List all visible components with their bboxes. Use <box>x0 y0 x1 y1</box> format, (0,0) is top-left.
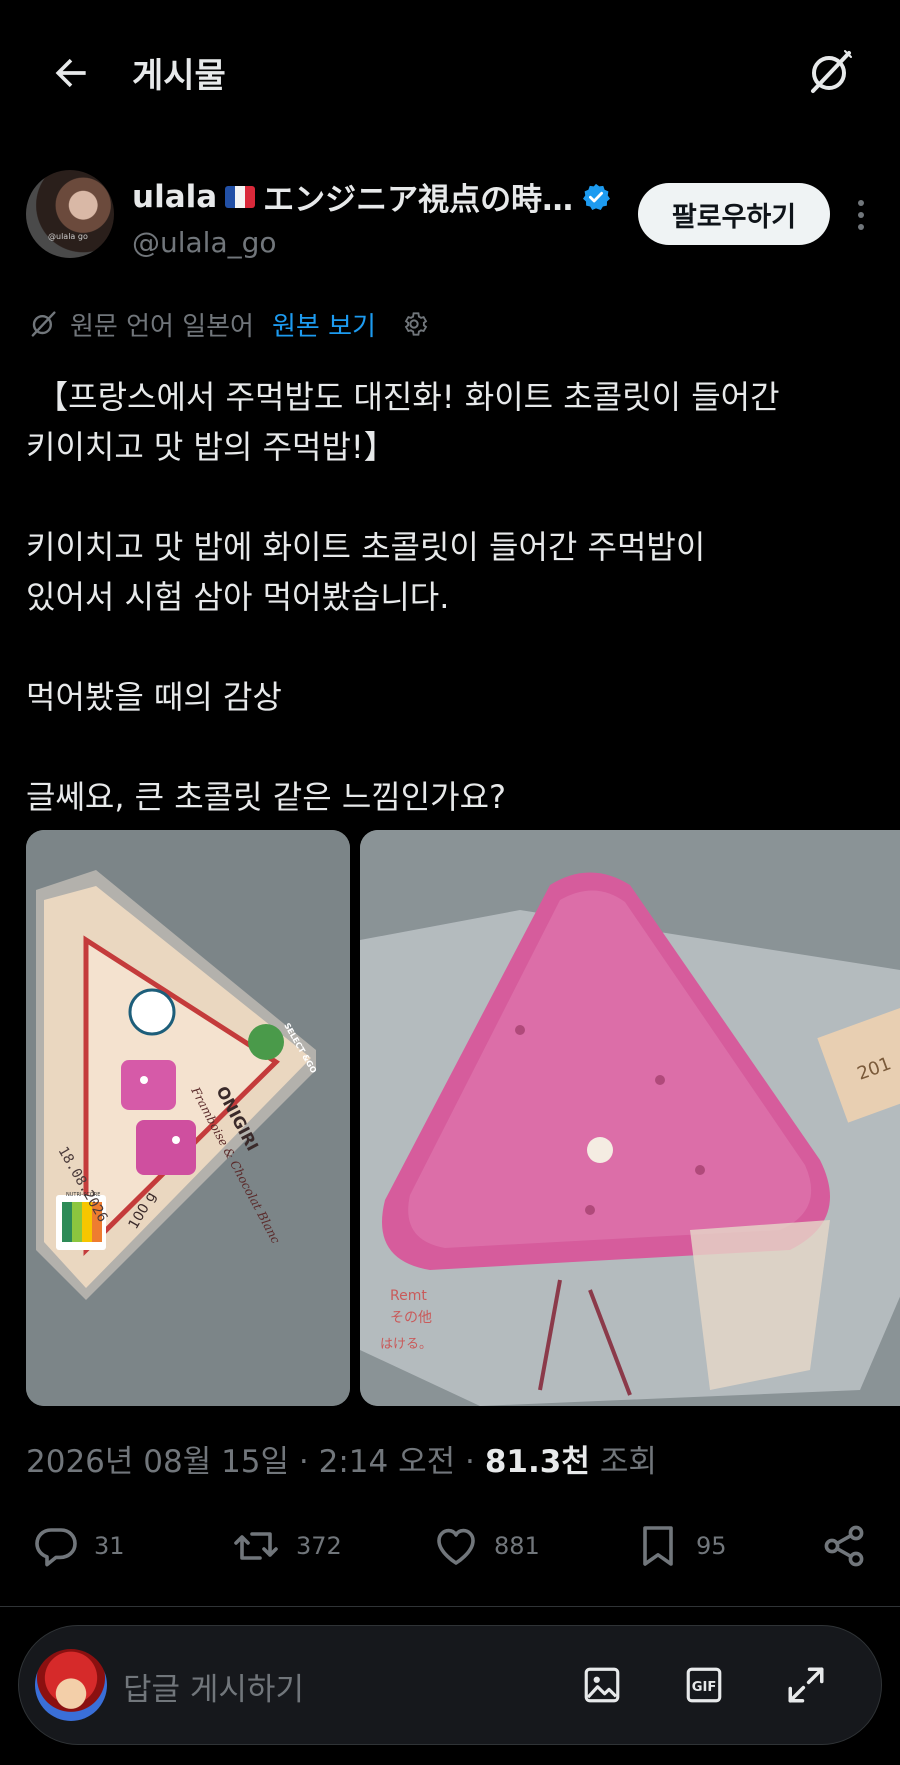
repost-button[interactable]: 372 <box>230 1516 342 1576</box>
back-button[interactable] <box>46 48 96 98</box>
avatar-watermark: @ulala go <box>48 232 88 241</box>
onigiri-closeup-illustration: Remt その他 はける。 201 <box>360 830 900 1406</box>
bookmark-icon <box>643 1526 673 1566</box>
image-button[interactable] <box>577 1660 627 1710</box>
post-text: 【프랑스에서 주먹밥도 대진화! 화이트 초콜릿이 들어간 키이치고 맛 밥의 … <box>26 378 780 816</box>
more-dot-icon <box>858 200 864 206</box>
arrow-left-icon <box>55 58 86 88</box>
gif-icon: GIF <box>686 1667 722 1703</box>
bookmark-count: 95 <box>696 1532 727 1560</box>
author-name-suffix: エンジニア視点の時… <box>263 182 574 218</box>
translation-label: 원문 언어 일본어 <box>70 311 254 342</box>
follow-button[interactable]: 팔로우하기 <box>638 183 830 245</box>
expand-icon <box>788 1667 824 1703</box>
svg-text:GIF: GIF <box>692 1680 717 1695</box>
repost-icon <box>234 1532 278 1560</box>
post-author: @ulala go ulala エンジニア視点の時… @ulala_go 팔로우하… <box>26 170 876 260</box>
repost-count: 372 <box>296 1532 342 1560</box>
wrapper-text-jp: その他 <box>390 1310 432 1326</box>
page-title: 게시물 <box>132 56 226 96</box>
author-name[interactable]: ulala エンジニア視点の時… <box>132 174 611 219</box>
expand-button[interactable] <box>781 1660 831 1710</box>
reply-count: 31 <box>94 1532 125 1560</box>
wrapper-text-jp2: はける。 <box>380 1337 432 1352</box>
grok-translate-icon <box>31 311 56 337</box>
gif-button[interactable]: GIF <box>679 1660 729 1710</box>
show-original-link[interactable]: 원본 보기 <box>272 306 376 343</box>
france-flag-icon <box>225 185 256 208</box>
grok-icon <box>811 50 852 93</box>
more-dot-icon <box>858 212 864 218</box>
post-meta: 2026년 08월 15일 · 2:14 오전 · 81.3천 조회 <box>26 1436 657 1481</box>
post-datetime[interactable]: 2026년 08월 15일 · 2:14 오전 · <box>26 1436 475 1481</box>
divider <box>0 1606 900 1607</box>
views-count: 81.3천 <box>484 1444 590 1480</box>
action-bar: 31 372 881 95 <box>0 1516 900 1576</box>
reply-icon <box>35 1528 77 1567</box>
post-media: 18.08.2026 ONIGIRI Framboise & Chocolat … <box>26 830 900 1406</box>
reply-button[interactable]: 31 <box>32 1516 125 1576</box>
onigiri-package-photo[interactable]: 18.08.2026 ONIGIRI Framboise & Chocolat … <box>26 830 350 1406</box>
author-name-text: ulala <box>132 178 218 215</box>
share-icon <box>824 1525 864 1567</box>
bookmark-button[interactable]: 95 <box>634 1516 727 1576</box>
verified-badge-icon <box>581 182 611 212</box>
share-button[interactable] <box>820 1516 868 1576</box>
like-count: 881 <box>494 1532 540 1560</box>
onigiri-package-illustration: 18.08.2026 ONIGIRI Framboise & Chocolat … <box>26 830 350 1406</box>
reply-input[interactable]: 답글 게시하기 <box>123 1664 304 1709</box>
author-handle[interactable]: @ulala_go <box>132 226 277 259</box>
more-dot-icon <box>858 224 864 230</box>
more-options-button[interactable] <box>846 190 876 240</box>
heart-icon <box>437 1528 475 1565</box>
top-bar: 게시물 <box>0 0 900 140</box>
image-icon <box>584 1667 620 1703</box>
onigiri-closeup-photo[interactable]: Remt その他 はける。 201 <box>360 830 900 1406</box>
translation-row: 원문 언어 일본어 원본 보기 <box>28 304 430 344</box>
wrapper-text: Remt <box>390 1288 427 1304</box>
author-avatar[interactable]: @ulala go <box>26 170 114 258</box>
reply-composer[interactable]: 답글 게시하기 GIF <box>18 1625 882 1745</box>
user-avatar[interactable] <box>35 1649 107 1721</box>
views-label: 조회 <box>599 1444 657 1480</box>
grok-button[interactable] <box>802 44 858 100</box>
settings-gear-icon[interactable] <box>398 308 430 340</box>
nutriscore-label: NUTRI-SCORE <box>66 1192 100 1198</box>
like-button[interactable]: 881 <box>432 1516 540 1576</box>
